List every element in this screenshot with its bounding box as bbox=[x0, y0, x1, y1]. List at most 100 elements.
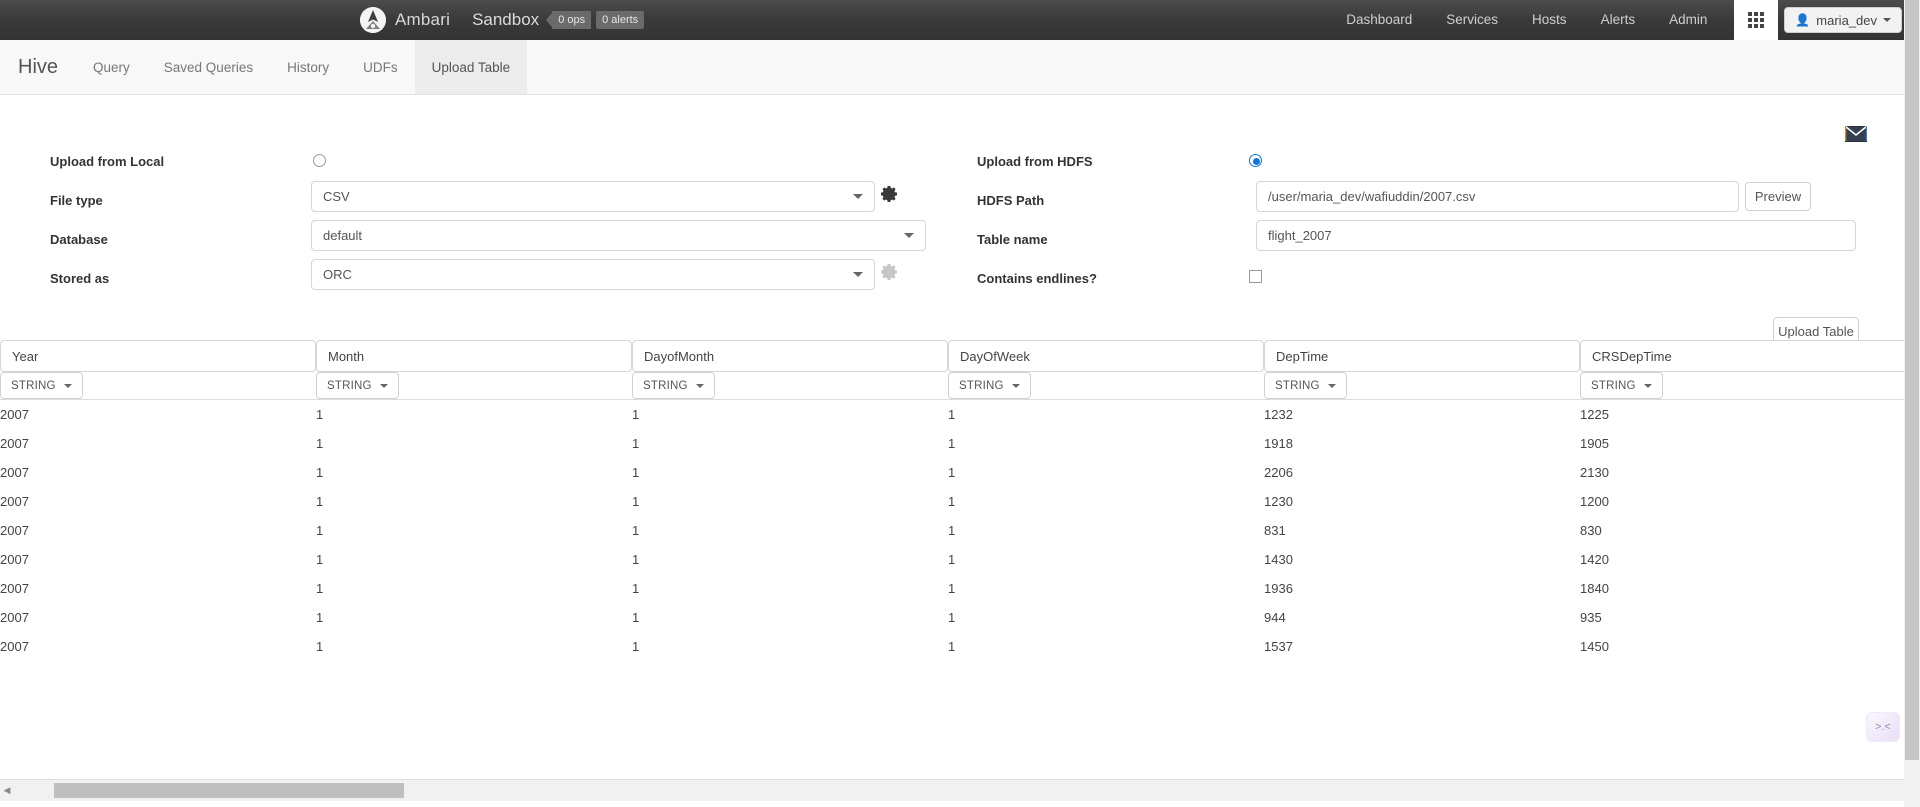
table-cell: 1 bbox=[632, 465, 640, 480]
nav-link-services[interactable]: Services bbox=[1429, 0, 1515, 40]
hdfs-path-value: /user/maria_dev/wafiuddin/2007.csv bbox=[1268, 189, 1476, 204]
column-name-input-2[interactable] bbox=[632, 340, 948, 372]
table-row: 2007 1 1 1 944 935 bbox=[0, 603, 1920, 632]
tab-saved-queries[interactable]: Saved Queries bbox=[147, 40, 270, 94]
top-navigation-bar: Ambari Sandbox 0 ops 0 alerts Dashboard … bbox=[0, 0, 1920, 40]
stored-as-value: ORC bbox=[323, 267, 352, 282]
table-cell: 2007 bbox=[0, 465, 29, 480]
upload-from-local-radio[interactable] bbox=[313, 154, 326, 167]
table-row: 2007 1 1 1 1430 1420 bbox=[0, 545, 1920, 574]
column-name-row bbox=[0, 340, 1920, 372]
table-cell: 1232 bbox=[1264, 407, 1293, 422]
column-name-input-1[interactable] bbox=[316, 340, 632, 372]
grid-apps-icon[interactable] bbox=[1734, 0, 1779, 40]
table-cell: 1430 bbox=[1264, 552, 1293, 567]
table-cell: 1 bbox=[316, 494, 324, 509]
table-row: 2007 1 1 1 1918 1905 bbox=[0, 429, 1920, 458]
chevron-down-icon bbox=[1011, 383, 1020, 388]
file-type-settings-gear-icon[interactable] bbox=[879, 184, 899, 207]
nav-link-dashboard[interactable]: Dashboard bbox=[1329, 0, 1429, 40]
column-type-label: STRING bbox=[11, 379, 56, 392]
table-cell: 1 bbox=[316, 465, 324, 480]
column-name-cell bbox=[1264, 340, 1580, 372]
chevron-down-icon bbox=[853, 194, 863, 199]
table-cell: 2007 bbox=[0, 436, 29, 451]
horizontal-scrollbar[interactable]: ◀ ▶ bbox=[0, 779, 1920, 801]
table-cell: 2007 bbox=[0, 523, 29, 538]
contains-endlines-checkbox[interactable] bbox=[1249, 270, 1262, 283]
column-type-select-2[interactable]: STRING bbox=[632, 372, 715, 399]
upload-from-hdfs-radio[interactable] bbox=[1249, 154, 1262, 167]
table-cell: 1 bbox=[632, 436, 640, 451]
column-name-input-5[interactable] bbox=[1580, 340, 1920, 372]
brand-name[interactable]: Ambari bbox=[395, 10, 450, 30]
tab-history[interactable]: History bbox=[270, 40, 346, 94]
alerts-badge[interactable]: 0 alerts bbox=[596, 11, 645, 29]
database-select[interactable]: default bbox=[311, 220, 926, 251]
column-type-label: STRING bbox=[1275, 379, 1320, 392]
stored-as-select[interactable]: ORC bbox=[311, 259, 875, 290]
column-type-select-5[interactable]: STRING bbox=[1580, 372, 1663, 399]
chat-widget-button[interactable]: >.< bbox=[1866, 712, 1900, 742]
cluster-name[interactable]: Sandbox bbox=[472, 10, 539, 30]
preview-button[interactable]: Preview bbox=[1745, 182, 1811, 211]
tab-upload-table[interactable]: Upload Table bbox=[414, 40, 528, 94]
table-row: 2007 1 1 1 831 830 bbox=[0, 516, 1920, 545]
column-type-select-0[interactable]: STRING bbox=[0, 372, 83, 399]
column-type-label: STRING bbox=[959, 379, 1004, 392]
table-cell: 1936 bbox=[1264, 581, 1293, 596]
table-cell: 1 bbox=[632, 639, 640, 654]
ops-badge[interactable]: 0 ops bbox=[552, 11, 592, 29]
preview-table-container[interactable]: STRING STRING STRING STRING STRING STRING 200… bbox=[0, 340, 1920, 788]
chevron-down-icon bbox=[853, 272, 863, 277]
column-type-cell: STRING bbox=[948, 372, 1264, 399]
table-cell: 1 bbox=[632, 407, 640, 422]
upload-from-local-label: Upload from Local bbox=[50, 154, 165, 169]
column-name-input-0[interactable] bbox=[0, 340, 316, 372]
table-cell: 2007 bbox=[0, 407, 29, 422]
column-type-cell: STRING bbox=[316, 372, 632, 399]
nav-link-alerts[interactable]: Alerts bbox=[1584, 0, 1653, 40]
table-cell: 2007 bbox=[0, 639, 29, 654]
contains-endlines-label: Contains endlines? bbox=[977, 271, 1097, 286]
column-type-select-1[interactable]: STRING bbox=[316, 372, 399, 399]
primary-nav-links: Dashboard Services Hosts Alerts Admin 👤 … bbox=[1329, 0, 1920, 40]
hdfs-path-input[interactable]: /user/maria_dev/wafiuddin/2007.csv bbox=[1256, 181, 1739, 212]
nav-link-admin[interactable]: Admin bbox=[1652, 0, 1724, 40]
column-name-cell bbox=[632, 340, 948, 372]
column-type-select-4[interactable]: STRING bbox=[1264, 372, 1347, 399]
column-name-input-4[interactable] bbox=[1264, 340, 1580, 372]
table-cell: 1200 bbox=[1580, 494, 1609, 509]
envelope-icon[interactable] bbox=[1844, 125, 1868, 142]
table-cell: 2206 bbox=[1264, 465, 1293, 480]
chevron-down-icon bbox=[1643, 383, 1652, 388]
nav-link-hosts[interactable]: Hosts bbox=[1515, 0, 1584, 40]
table-row: 2007 1 1 1 1537 1450 bbox=[0, 632, 1920, 661]
preview-table: STRING STRING STRING STRING STRING STRING 200… bbox=[0, 340, 1920, 661]
user-menu-label: maria_dev bbox=[1816, 12, 1877, 28]
table-cell: 1 bbox=[316, 581, 324, 596]
table-name-input[interactable]: flight_2007 bbox=[1256, 220, 1856, 251]
column-name-cell bbox=[0, 340, 316, 372]
tab-udfs[interactable]: UDFs bbox=[346, 40, 415, 94]
chevron-left-icon[interactable]: ◀ bbox=[0, 785, 14, 796]
table-cell: 1225 bbox=[1580, 407, 1609, 422]
file-type-select[interactable]: CSV bbox=[311, 181, 875, 212]
column-type-select-3[interactable]: STRING bbox=[948, 372, 1031, 399]
column-name-input-3[interactable] bbox=[948, 340, 1264, 372]
table-cell: 1918 bbox=[1264, 436, 1293, 451]
table-cell: 1 bbox=[632, 523, 640, 538]
user-menu-button[interactable]: 👤 maria_dev bbox=[1784, 7, 1902, 33]
database-value: default bbox=[323, 228, 363, 243]
tab-query[interactable]: Query bbox=[76, 40, 147, 94]
table-cell: 1450 bbox=[1580, 639, 1609, 654]
table-cell: 1230 bbox=[1264, 494, 1293, 509]
horizontal-scroll-thumb[interactable] bbox=[54, 783, 404, 798]
table-cell: 1 bbox=[948, 407, 956, 422]
table-cell: 2007 bbox=[0, 610, 29, 625]
horizontal-scroll-track[interactable] bbox=[14, 783, 1906, 798]
vertical-scrollbar[interactable] bbox=[1904, 0, 1920, 807]
vertical-scroll-thumb[interactable] bbox=[1905, 0, 1919, 760]
stored-as-label: Stored as bbox=[50, 271, 110, 286]
cluster-status-badges: 0 ops 0 alerts bbox=[546, 11, 645, 29]
